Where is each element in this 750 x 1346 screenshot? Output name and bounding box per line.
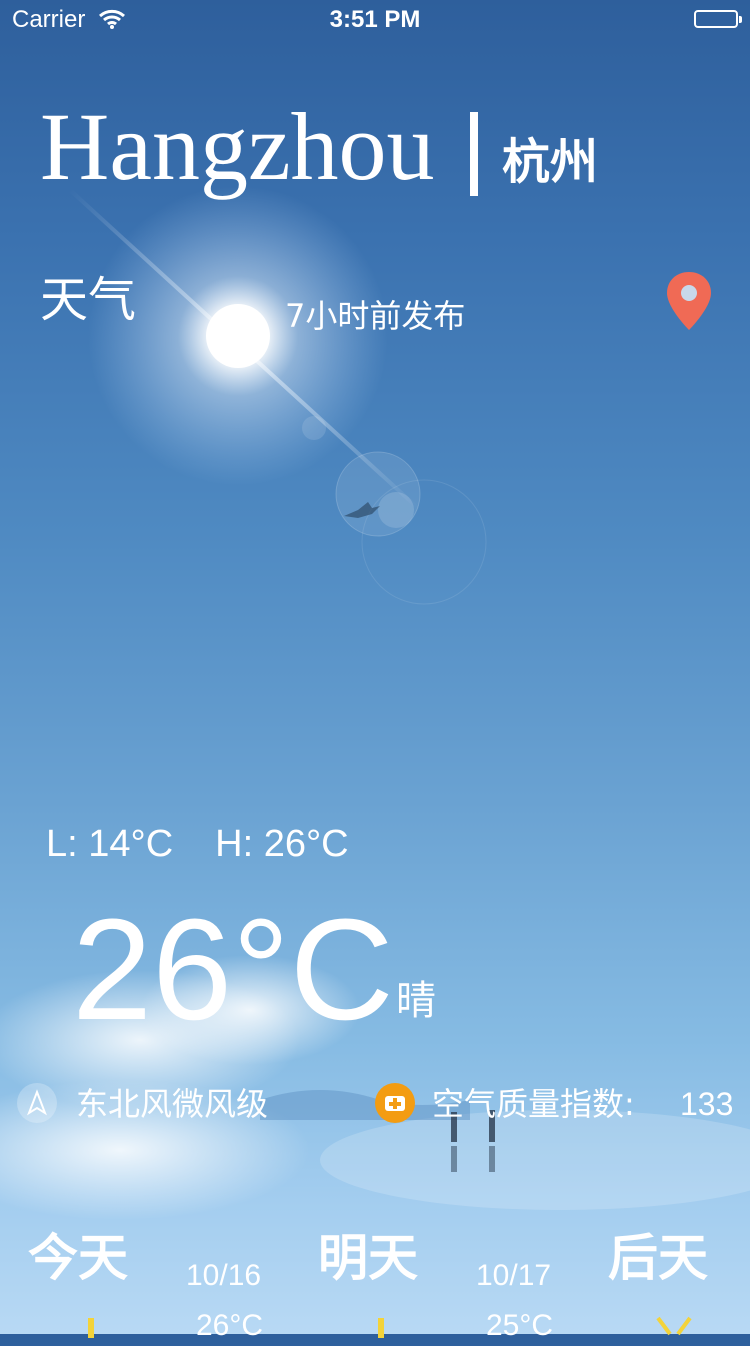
forecast-sun-icon-after-tomorrow bbox=[652, 1316, 696, 1336]
city-name-english: Hangzhou bbox=[40, 93, 435, 200]
title-divider bbox=[470, 112, 478, 196]
weather-label: 天气 bbox=[40, 272, 137, 328]
air-quality-icon bbox=[374, 1082, 416, 1124]
forecast-day-tomorrow[interactable]: 明天 bbox=[318, 1226, 418, 1290]
status-bar: Carrier 3:51 PM bbox=[0, 0, 750, 40]
aqi-value: 133 bbox=[680, 1086, 734, 1122]
forecast-sun-icon-today bbox=[88, 1318, 94, 1338]
low-temperature: L: 14°C bbox=[46, 823, 174, 865]
forecast-day-today[interactable]: 今天 bbox=[28, 1226, 128, 1290]
location-button[interactable] bbox=[664, 270, 714, 334]
forecast-temp-today: 26°C bbox=[196, 1309, 264, 1342]
wind-direction-icon bbox=[16, 1082, 58, 1124]
wind-info: 东北风微风级 bbox=[76, 1085, 269, 1123]
forecast-date-tomorrow: 10/17 bbox=[476, 1259, 552, 1292]
forecast-sun-icon-tomorrow bbox=[378, 1318, 384, 1338]
forecast-date-today: 10/16 bbox=[186, 1259, 262, 1292]
battery-icon bbox=[694, 10, 742, 28]
aqi-label: 空气质量指数: bbox=[432, 1085, 635, 1123]
high-temperature: H: 26°C bbox=[215, 823, 349, 865]
forecast-day-after-tomorrow[interactable]: 后天 bbox=[608, 1226, 708, 1290]
map-pin-icon bbox=[667, 272, 711, 330]
city-name-chinese: 杭州 bbox=[502, 134, 599, 190]
low-high-temperature: L: 14°C H: 26°C bbox=[46, 820, 349, 868]
forecast-temp-tomorrow: 25°C bbox=[486, 1309, 554, 1342]
current-temperature: 26°C bbox=[72, 889, 394, 1050]
status-time: 3:51 PM bbox=[329, 6, 421, 33]
publish-time: 7小时前发布 bbox=[285, 297, 466, 335]
weather-condition: 晴 bbox=[396, 978, 436, 1024]
